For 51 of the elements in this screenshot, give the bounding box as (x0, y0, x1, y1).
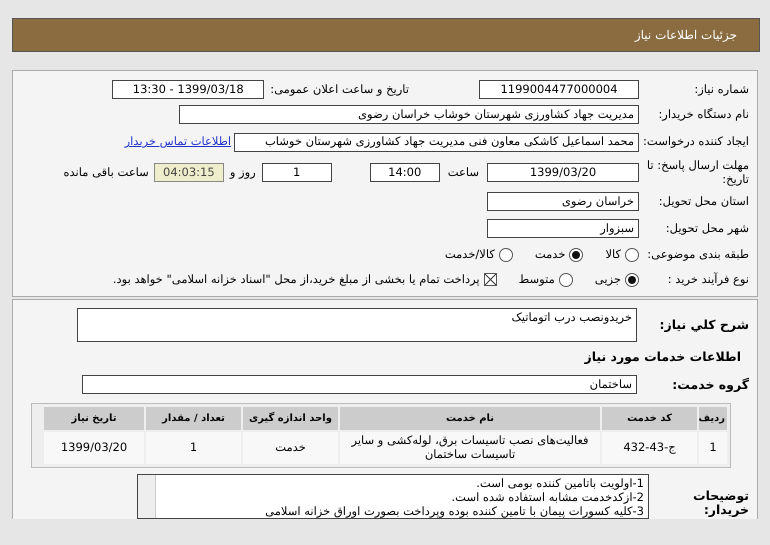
field-value: محمد اسماعیل کاشکی معاون فنی مدیریت جهاد کشاورزی شهرستان خوشاب (234, 132, 639, 152)
table-cell: 1 (146, 432, 241, 464)
field-value: 1 (262, 163, 332, 182)
column-header: ردیف (699, 407, 727, 430)
service-group-field: ساختمان (82, 375, 637, 394)
option-label: پرداخت تمام یا بخشی از مبلغ خرید،از محل "اسناد خزانه اسلامی" خواهد بود. (112, 270, 480, 288)
option-label: متوسط (518, 270, 555, 288)
field-label: تاریخ و ساعت اعلان عمومی: (270, 80, 409, 98)
contact-info-link[interactable]: اطلاعات تماس خریدار (124, 133, 232, 151)
column-header: تعداد / مقدار (146, 407, 241, 430)
field-label: روز و (230, 164, 256, 181)
option-label: جزیی (594, 270, 621, 288)
field-value: 1199004477000004 (479, 80, 639, 99)
table-cell: 1 (699, 432, 727, 464)
field-value: سبزوار (487, 219, 639, 238)
summary-field: خریدونصب درب اتوماتیک (77, 308, 637, 342)
field-label: طبقه بندی موضوعی: (646, 248, 749, 262)
table-cell: 1399/03/20 (44, 432, 144, 464)
table-cell: ج-43-432 (602, 432, 697, 464)
field-value: 1399/03/18 - 13:30 (112, 80, 264, 99)
field-label: استان محل تحویل: (658, 194, 749, 208)
table-cell: فعالیت‌های نصب تاسیسات برق، لوله‌کشی و سایر تاسیسات ساختمان (340, 432, 600, 464)
field-value: مدیریت جهاد کشاورزی شهرستان خوشاب خراسان رضوی (179, 105, 639, 124)
column-header: نام خدمت (340, 407, 600, 430)
field-label: نوع فرآیند خرید : (666, 272, 749, 286)
field-label: ساعت باقی مانده (64, 164, 149, 181)
table-cell: خدمت (243, 432, 338, 464)
field-label: شماره نیاز: (693, 82, 749, 96)
option-label: کالا/خدمت (444, 246, 495, 263)
field-label: توضیحات خریدار: (692, 486, 749, 518)
column-header: تاریخ نیاز (44, 407, 144, 430)
field-label: مهلت ارسال پاسخ: تا تاریخ: (646, 159, 749, 186)
countdown-field: 04:03:15 (154, 163, 224, 182)
column-header: کد خدمت (602, 407, 697, 430)
field-label: نام دستگاه خریدار: (657, 108, 749, 122)
field-label: ایجاد کننده درخواست: (642, 135, 749, 149)
note-line: 1-اولویت باتامین کننده بومی است. (475, 476, 644, 490)
page-title: جزئیات اطلاعات نیاز (634, 27, 737, 44)
column-header: واحد اندازه گیری (243, 407, 338, 430)
field-label: شهر محل تحویل: (664, 222, 749, 236)
field-label: ساعت (448, 164, 479, 181)
field-label: گروه خدمت: (671, 378, 749, 392)
field-value: 14:00 (370, 163, 440, 182)
field-value: 1399/03/20 (487, 163, 639, 182)
note-line: 3-کلیه کسورات پیمان با تامین کننده بوده وپرداخت بصورت اوراق خزانه اسلامی (264, 504, 644, 518)
section-title: اطلاعات خدمات مورد نیاز (583, 348, 741, 366)
option-label: خدمت (534, 246, 566, 263)
field-label: شرح کلي نياز: (658, 316, 749, 332)
field-value: خراسان رضوی (487, 192, 639, 211)
note-line: 2-ازکدخدمت مشابه استفاده شده است. (450, 490, 644, 504)
option-label: کالا (605, 246, 621, 263)
